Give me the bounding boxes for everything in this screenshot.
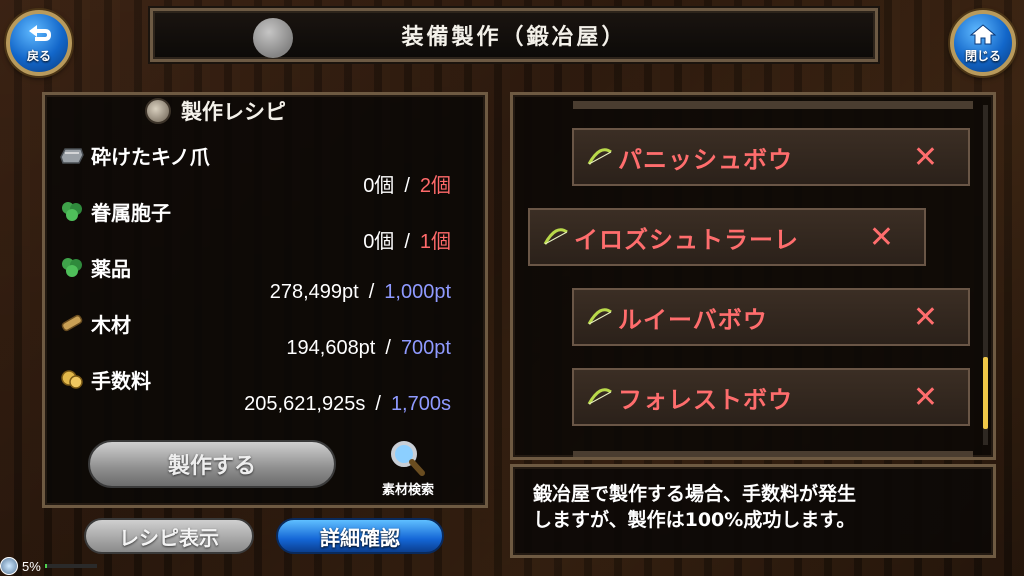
page-title: 装備製作（鍛冶屋） <box>401 25 627 50</box>
equipment-item[interactable]: ルイーバボウ ✕ <box>572 288 970 346</box>
home-icon <box>969 23 997 44</box>
close-button[interactable]: 閉じる <box>950 10 1016 76</box>
close-label: 閉じる <box>964 48 1001 63</box>
material-owned: 0個 <box>363 175 395 197</box>
qty-separator: / <box>385 337 391 359</box>
recipe-header: 製作レシピ <box>145 93 385 129</box>
equipment-item[interactable]: フォレストボウ ✕ <box>572 368 970 426</box>
material-search-button[interactable]: 素材検索 <box>366 438 450 498</box>
material-row: 手数料 205,621,925s / 1,700s <box>59 365 459 421</box>
bow-icon <box>587 388 612 405</box>
equipment-name: ルイーバボウ <box>618 305 768 334</box>
status-indicator: 5% <box>0 556 97 576</box>
craft-button[interactable]: 製作する <box>88 440 336 488</box>
qty-separator: / <box>404 231 410 253</box>
material-row: 木材 194,608pt / 700pt <box>59 309 459 365</box>
material-required: 1,700s <box>390 393 451 415</box>
equipment-name: イロズシュトラーレ <box>574 225 799 254</box>
herb-icon <box>62 258 82 277</box>
description-panel: 鍛冶屋で製作する場合、手数料が発生 しますが、製作は100%成功します。 <box>510 464 996 558</box>
wood-icon <box>61 314 83 332</box>
material-search-label: 素材検索 <box>381 483 434 498</box>
back-label: 戻る <box>26 48 51 63</box>
unavailable-mark-icon: ✕ <box>868 219 894 255</box>
qty-separator: / <box>375 393 381 415</box>
material-row: 砕けたキノ爪 0個 / 2個 <box>59 141 459 197</box>
material-required: 2個 <box>419 175 451 197</box>
recipe-view-button[interactable]: レシピ表示 <box>84 518 254 554</box>
description-text: 鍛冶屋で製作する場合、手数料が発生 しますが、製作は100%成功します。 <box>533 483 857 531</box>
coin-icon <box>61 370 83 389</box>
material-name: 眷属胞子 <box>91 200 171 225</box>
material-owned: 194,608pt <box>286 337 376 359</box>
list-bottom-edge <box>573 451 973 457</box>
material-name: 木材 <box>91 312 131 337</box>
title-bar: 装備製作（鍛冶屋） <box>150 8 878 62</box>
material-required: 700pt <box>400 337 451 359</box>
material-required: 1個 <box>419 231 451 253</box>
material-row: 眷属胞子 0個 / 1個 <box>59 197 459 253</box>
material-name: 砕けたキノ爪 <box>91 144 210 169</box>
status-icon <box>0 557 18 575</box>
equipment-name: フォレストボウ <box>618 385 793 414</box>
unavailable-mark-icon: ✕ <box>912 299 938 335</box>
material-name: 手数料 <box>91 368 151 393</box>
claw-icon <box>60 148 84 164</box>
bow-icon <box>587 308 612 325</box>
recipe-scroll-icon <box>145 98 171 124</box>
material-owned: 278,499pt <box>269 281 359 303</box>
back-button[interactable]: 戻る <box>6 10 72 76</box>
detail-check-button[interactable]: 詳細確認 <box>276 518 444 554</box>
back-arrow-icon <box>29 24 51 41</box>
material-owned: 205,621,925s <box>244 393 366 415</box>
material-name: 薬品 <box>91 256 131 281</box>
material-owned: 0個 <box>363 231 395 253</box>
unavailable-mark-icon: ✕ <box>912 139 938 175</box>
unavailable-mark-icon: ✕ <box>912 379 938 415</box>
equipment-item[interactable]: パニッシュボウ ✕ <box>572 128 970 186</box>
equipment-item-selected[interactable]: イロズシュトラーレ ✕ <box>528 208 926 266</box>
magnifier-icon <box>391 441 425 476</box>
status-progress-fill <box>44 564 48 568</box>
bow-icon <box>543 228 568 245</box>
qty-separator: / <box>404 175 410 197</box>
material-required: 1,000pt <box>384 281 451 303</box>
list-scrollbar[interactable] <box>983 105 988 445</box>
material-row: 薬品 278,499pt / 1,000pt <box>59 253 459 309</box>
status-progress-bar <box>44 564 97 568</box>
bow-icon <box>587 148 612 165</box>
spore-icon <box>62 202 82 221</box>
touch-indicator <box>253 18 293 58</box>
qty-separator: / <box>368 281 375 303</box>
scrollbar-thumb[interactable] <box>983 357 988 429</box>
equipment-name: パニッシュボウ <box>618 145 793 174</box>
list-top-edge <box>573 101 973 109</box>
status-text: 5% <box>22 558 41 574</box>
recipe-title: 製作レシピ <box>181 100 286 124</box>
